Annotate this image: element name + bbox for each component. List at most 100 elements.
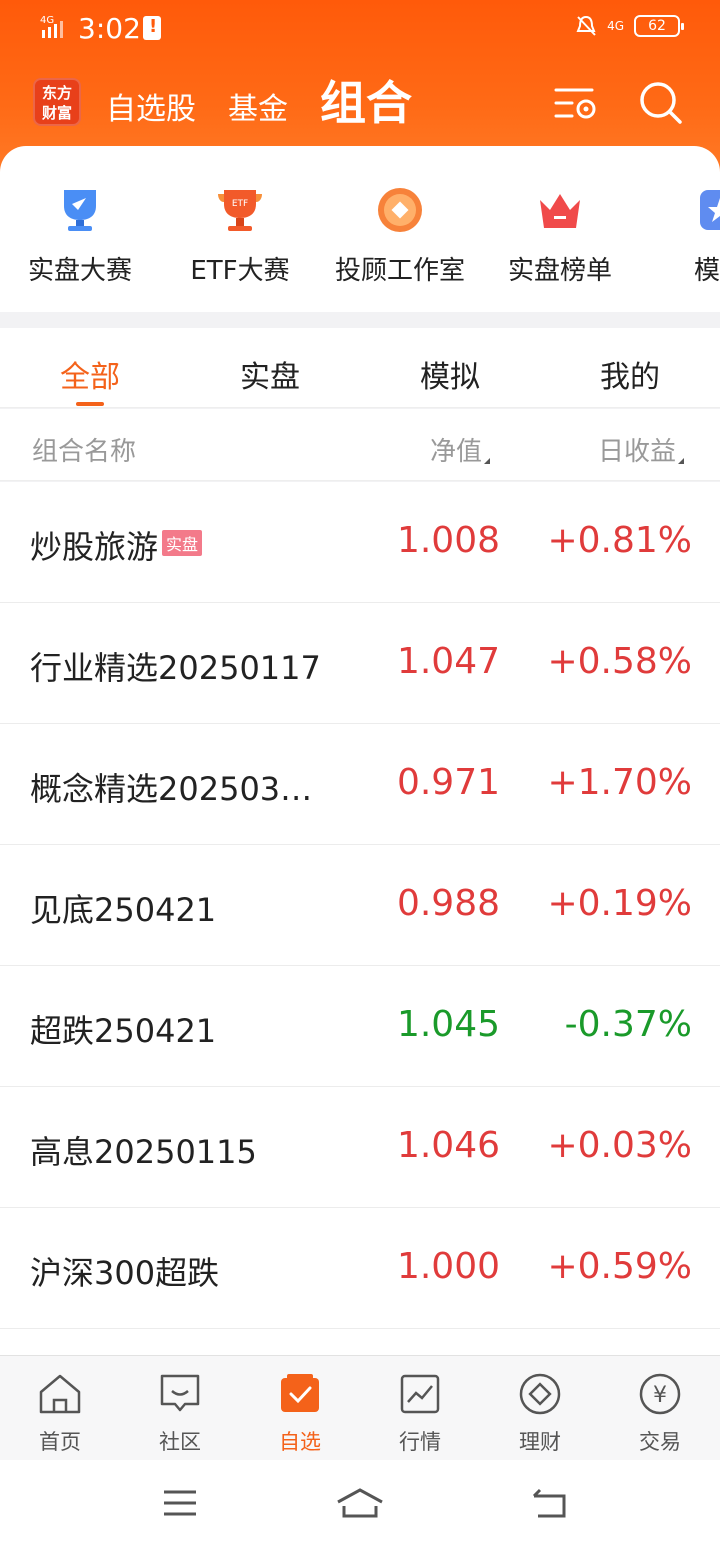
portfolio-name: 沪深300超跌 [30, 1254, 220, 1292]
star-icon [700, 190, 720, 230]
nav-watchlist-stocks[interactable]: 自选股 [106, 84, 196, 128]
trophy-blue-icon [64, 190, 96, 231]
shortcut-label: 实盘榜单 [507, 256, 612, 286]
shortcut-label: 投顾工作室 [334, 256, 465, 286]
portfolio-name: 概念精选202503… [30, 770, 313, 808]
tab-mine[interactable]: 我的 [570, 352, 690, 396]
back-icon[interactable] [530, 1486, 570, 1520]
market-icon [400, 1374, 440, 1414]
portfolio-name: 超跌250421 [30, 1012, 217, 1050]
svg-text:4G: 4G [40, 15, 54, 26]
portfolio-nav: 0.971 [396, 762, 500, 803]
logo-text-2: 财富 [41, 104, 72, 122]
community-icon [160, 1374, 200, 1412]
column-return-header[interactable]: 日收益 [598, 431, 684, 468]
bottom-nav-watchlist[interactable]: 自选 [240, 1372, 360, 1456]
portfolio-nav: 1.047 [396, 641, 500, 682]
portfolio-nav: 1.008 [396, 520, 500, 561]
advisor-icon [378, 188, 422, 232]
table-row[interactable]: 行业精选20250117 1.047 +0.58% [0, 603, 720, 724]
shortcut-live-contest[interactable]: 实盘大赛 [5, 186, 155, 287]
tab-live[interactable]: 实盘 [210, 352, 330, 396]
shortcut-advisor-studio[interactable]: 投顾工作室 [325, 186, 475, 287]
shortcut-etf-contest[interactable]: ETF ETF大赛 [165, 186, 315, 287]
active-tab-indicator [76, 402, 104, 406]
bottom-nav-community[interactable]: 社区 [120, 1372, 240, 1456]
table-row[interactable]: 炒股旅游 实盘 1.008 +0.81% [0, 482, 720, 603]
system-nav-bar [0, 1460, 720, 1544]
portfolio-nav: 0.988 [396, 883, 500, 924]
wealth-icon [519, 1373, 561, 1415]
bottom-nav-market[interactable]: 行情 [360, 1372, 480, 1456]
tab-simulated[interactable]: 模拟 [390, 352, 510, 396]
table-row[interactable]: 高息20250115 1.046 +0.03% [0, 1087, 720, 1208]
portfolio-name: 高息20250115 [30, 1133, 257, 1171]
bottom-nav-home[interactable]: 首页 [0, 1372, 120, 1456]
trade-icon: ¥ [639, 1373, 681, 1415]
svg-text:¥: ¥ [653, 1383, 667, 1408]
portfolio-list: 炒股旅游 实盘 1.008 +0.81% 行业精选20250117 1.047 +… [0, 482, 720, 1355]
bottom-nav-label: 自选 [279, 1430, 321, 1454]
table-row[interactable]: 见底250421 0.988 +0.19% [0, 845, 720, 966]
battery-icon: 62 [634, 15, 684, 37]
column-nav-label: 净值 [429, 437, 482, 467]
trophy-etf-icon: ETF [218, 190, 262, 231]
shortcut-label: ETF大赛 [190, 256, 290, 286]
portfolio-nav: 1.000 [396, 1246, 500, 1287]
bottom-nav-wealth[interactable]: 理财 [480, 1372, 600, 1456]
shortcut-label: 实盘大赛 [27, 256, 132, 286]
table-row[interactable]: 超跌250421 1.045 -0.37% [0, 966, 720, 1087]
bottom-nav-label: 交易 [639, 1430, 681, 1454]
portfolio-name-text: 炒股旅游 [30, 528, 159, 566]
portfolio-return: +0.59% [547, 1246, 692, 1287]
column-return-label: 日收益 [597, 437, 676, 467]
crown-icon [540, 194, 580, 228]
sort-icon [484, 458, 490, 464]
sort-icon [678, 458, 684, 464]
tab-all[interactable]: 全部 [30, 352, 150, 396]
status-bar: 4G 3:02 4G 62 [0, 0, 720, 58]
portfolio-return: -0.37% [564, 1004, 692, 1045]
menu-icon[interactable] [160, 1486, 200, 1520]
shortcut-live-ranking[interactable]: 实盘榜单 [485, 186, 635, 287]
table-row[interactable]: 沪深300超跌 1.000 +0.59% [0, 1208, 720, 1329]
table-row[interactable]: 概念精选202503… 0.971 +1.70% [0, 724, 720, 845]
portfolio-return: +0.58% [547, 641, 692, 682]
bell-muted-icon [576, 15, 596, 36]
watchlist-icon [281, 1374, 319, 1412]
home-icon [39, 1374, 81, 1414]
bottom-nav-label: 行情 [399, 1430, 441, 1454]
live-badge: 实盘 [162, 530, 203, 556]
network-4g-label: 4G [607, 19, 624, 33]
svg-text:ETF: ETF [232, 199, 248, 209]
bottom-nav-label: 首页 [39, 1430, 81, 1454]
bottom-nav: 首页 社区 自选 行情 理财 ¥ 交易 [0, 1355, 720, 1460]
settings-menu-icon[interactable] [552, 78, 602, 128]
portfolio-return: +0.03% [547, 1125, 692, 1166]
portfolio-name: 见底250421 [30, 891, 217, 929]
shortcut-simulated[interactable]: 模拟 [645, 186, 720, 287]
column-nav-header[interactable]: 净值 [430, 431, 490, 468]
bottom-nav-label: 社区 [159, 1430, 201, 1454]
bottom-nav-label: 理财 [519, 1430, 561, 1454]
shortcut-label: 模拟 [693, 256, 720, 286]
portfolio-return: +1.70% [547, 762, 692, 803]
portfolio-name: 炒股旅游 实盘 [30, 522, 203, 568]
column-name-header: 组合名称 [32, 437, 137, 467]
header-nav: 自选股 基金 组合 [106, 78, 412, 128]
nav-portfolio[interactable]: 组合 [320, 78, 412, 128]
column-header: 组合名称 净值 日收益 [0, 409, 720, 481]
app-logo[interactable]: 东方 财富 [33, 78, 81, 126]
signal-icon: 4G [40, 15, 63, 38]
nav-funds[interactable]: 基金 [228, 84, 288, 128]
logo-text-1: 东方 [41, 84, 72, 102]
search-icon[interactable] [636, 78, 686, 128]
shortcut-bar: 实盘大赛 ETF ETF大赛 投顾工作室 实盘榜单 模拟 [0, 146, 720, 312]
bottom-nav-trade[interactable]: ¥ 交易 [600, 1372, 720, 1456]
home-button-icon[interactable] [336, 1486, 384, 1520]
portfolio-nav: 1.046 [396, 1125, 500, 1166]
clock: 3:02 [78, 12, 141, 45]
portfolio-name: 行业精选20250117 [30, 649, 321, 687]
status-right: 4G 62 [575, 14, 684, 38]
portfolio-return: +0.19% [547, 883, 692, 924]
